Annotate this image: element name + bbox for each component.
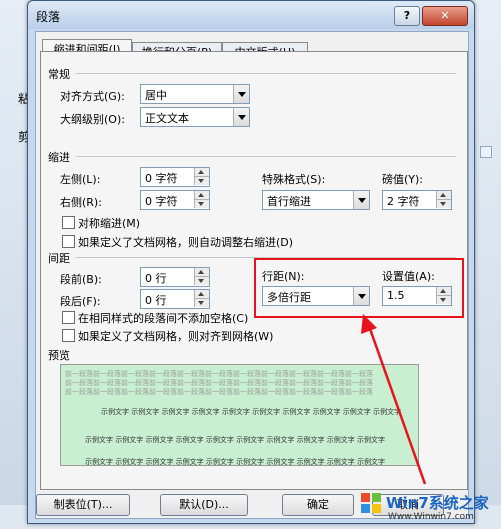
title-bar: 段落 ? ✕ — [28, 1, 474, 29]
divider — [76, 73, 456, 74]
alignment-value: 居中 — [145, 89, 167, 102]
indent-by-label: 磅值(Y): — [382, 173, 424, 186]
spin-down-icon[interactable] — [194, 299, 209, 307]
chevron-down-icon — [353, 191, 369, 209]
outline-level-select[interactable]: 正文文本 — [140, 107, 250, 127]
indent-left-label: 左侧(L): — [60, 173, 101, 186]
preview-sample-text: 示例文字 示例文字 示例文字 示例文字 示例文字 示例文字 示例文字 示例文字 … — [85, 436, 386, 444]
line-spacing-value: 多倍行距 — [267, 291, 311, 304]
spin-up-icon[interactable] — [436, 287, 451, 296]
indent-by-value: 2 字符 — [387, 195, 420, 208]
set-default-button-label: 默认(D)... — [179, 498, 229, 511]
site-watermark: Win7系统之家 Www.Winwin7.com — [360, 490, 500, 526]
watermark-brand: Win7系统之家 — [386, 494, 489, 512]
line-spacing-at-label: 设置值(A): — [382, 270, 435, 283]
special-indent-select[interactable]: 首行缩进 — [262, 190, 370, 210]
help-icon: ? — [403, 9, 411, 22]
set-default-button[interactable]: 默认(D)... — [160, 494, 248, 516]
scroll-icon — [480, 146, 492, 158]
annotation-arrow — [361, 314, 427, 485]
line-spacing-label: 行距(N): — [262, 270, 305, 283]
tabs-button[interactable]: 制表位(T)... — [36, 494, 130, 516]
windows-logo-icon — [361, 493, 381, 513]
section-preview-heading: 预览 — [48, 349, 70, 362]
chevron-down-icon — [233, 85, 249, 103]
close-icon: ✕ — [440, 9, 450, 22]
outline-level-label: 大纲级别(O): — [60, 113, 125, 126]
help-button[interactable]: ? — [394, 6, 420, 26]
spin-up-icon[interactable] — [194, 290, 209, 299]
indent-left-value: 0 字符 — [145, 172, 178, 185]
spin-down-icon[interactable] — [194, 200, 209, 208]
indent-right-label: 右侧(R): — [60, 196, 102, 209]
snap-grid-checkbox[interactable] — [62, 329, 75, 342]
spin-up-icon[interactable] — [194, 191, 209, 200]
no-space-label: 在相同样式的段落间不添加空格(C) — [78, 312, 249, 325]
special-indent-value: 首行缩进 — [267, 195, 311, 208]
background-app-left: 粘 剪 页 — [0, 0, 30, 529]
section-indent-heading: 缩进 — [48, 151, 70, 164]
close-button[interactable]: ✕ — [422, 6, 468, 26]
spacing-after-value: 0 行 — [145, 294, 167, 307]
mirror-indent-checkbox[interactable] — [62, 216, 75, 229]
dialog-title: 段落 — [36, 10, 61, 24]
auto-adjust-label: 如果定义了文档网格，则自动调整右缩进(D) — [78, 236, 294, 249]
spacing-after-spinner[interactable]: 0 行 — [140, 289, 210, 309]
snap-grid-label: 如果定义了文档网格，则对齐到网格(W) — [78, 330, 274, 343]
spacing-before-value: 0 行 — [145, 272, 167, 285]
spin-down-icon[interactable] — [436, 200, 451, 208]
section-spacing-heading: 间距 — [48, 252, 70, 265]
spin-up-icon[interactable] — [194, 168, 209, 177]
spin-down-icon[interactable] — [436, 296, 451, 304]
mirror-indent-label: 对称缩进(M) — [78, 217, 141, 230]
alignment-label: 对齐方式(G): — [60, 90, 125, 103]
ok-button[interactable]: 确定 — [282, 494, 354, 516]
chevron-down-icon — [353, 287, 369, 305]
line-spacing-select[interactable]: 多倍行距 — [262, 286, 370, 306]
watermark-url: Www.Winwin7.com — [388, 512, 474, 522]
tabs-button-label: 制表位(T)... — [53, 498, 113, 511]
spin-down-icon[interactable] — [194, 277, 209, 285]
preview-sample-text: 示例文字 示例文字 示例文字 示例文字 示例文字 示例文字 示例文字 示例文字 … — [85, 458, 386, 466]
line-spacing-at-value: 1.5 — [387, 289, 405, 302]
special-indent-label: 特殊格式(S): — [262, 173, 326, 186]
preview-previous-paragraph: 前一段落前一段落前一段落前一段落前一段落前一段落前一段落前一段落前一段落前一段落… — [65, 388, 373, 396]
outline-level-value: 正文文本 — [145, 112, 189, 125]
auto-adjust-checkbox[interactable] — [62, 235, 75, 248]
divider — [76, 156, 456, 157]
chevron-down-icon — [233, 108, 249, 126]
spin-down-icon[interactable] — [194, 177, 209, 185]
indent-right-spinner[interactable]: 0 字符 — [140, 190, 210, 210]
indent-right-value: 0 字符 — [145, 195, 178, 208]
spin-up-icon[interactable] — [436, 191, 451, 200]
spacing-before-spinner[interactable]: 0 行 — [140, 267, 210, 287]
indent-left-spinner[interactable]: 0 字符 — [140, 167, 210, 187]
line-spacing-at-spinner[interactable]: 1.5 — [382, 286, 452, 306]
indent-by-spinner[interactable]: 2 字符 — [382, 190, 452, 210]
ok-button-label: 确定 — [307, 498, 329, 511]
no-space-checkbox[interactable] — [62, 311, 75, 324]
spin-up-icon[interactable] — [194, 268, 209, 277]
alignment-select[interactable]: 居中 — [140, 84, 250, 104]
spacing-before-label: 段前(B): — [60, 273, 102, 286]
spacing-after-label: 段后(F): — [60, 295, 101, 308]
section-general-heading: 常规 — [48, 68, 70, 81]
